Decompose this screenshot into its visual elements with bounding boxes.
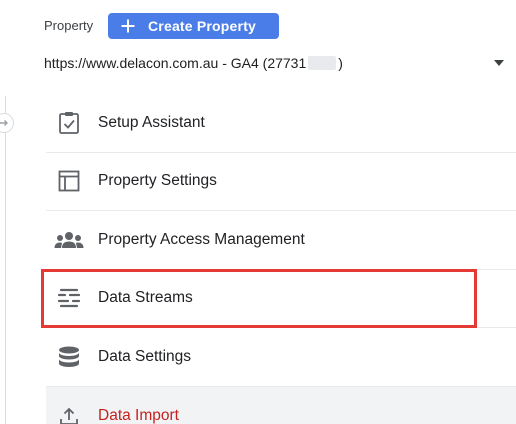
database-icon	[46, 342, 92, 372]
menu-item-property-settings[interactable]: Property Settings	[46, 153, 516, 211]
menu-item-label: Property Access Management	[98, 230, 305, 248]
layout-icon	[46, 166, 92, 196]
menu-item-property-access-management[interactable]: Property Access Management	[46, 211, 516, 270]
admin-panel: Property Create Property https://www.del…	[0, 0, 516, 424]
streams-icon	[46, 283, 92, 313]
menu-item-data-settings[interactable]: Data Settings	[46, 328, 516, 387]
menu-item-data-import[interactable]: Data Import	[46, 386, 516, 424]
collapse-toggle-button[interactable]	[0, 113, 14, 133]
menu-item-label: Setup Assistant	[98, 113, 205, 131]
menu-item-label: Data Import	[98, 406, 179, 424]
menu-item-label: Data Streams	[98, 289, 193, 307]
plus-icon	[120, 18, 136, 34]
left-rail-divider	[5, 96, 6, 424]
menu-item-data-streams[interactable]: Data Streams	[46, 270, 516, 328]
menu-item-setup-assistant[interactable]: Setup Assistant	[46, 94, 516, 153]
property-selector-prefix: https://www.delacon.com.au - GA4 (27731	[44, 55, 307, 71]
checklist-icon	[46, 108, 92, 138]
arrow-right-icon	[0, 120, 8, 126]
property-selector-suffix: )	[338, 55, 343, 71]
upload-icon	[46, 401, 92, 424]
property-selector[interactable]: https://www.delacon.com.au - GA4 (27731 …	[44, 53, 516, 73]
property-label: Property	[44, 18, 94, 33]
create-property-button[interactable]: Create Property	[108, 13, 279, 39]
property-menu: Setup Assistant Property Settings Proper…	[46, 94, 516, 424]
dropdown-arrow-icon[interactable]	[494, 60, 504, 66]
people-icon	[46, 225, 92, 255]
create-property-label: Create Property	[148, 18, 257, 34]
redacted-id	[308, 56, 337, 70]
menu-item-label: Data Settings	[98, 347, 192, 365]
menu-item-label: Property Settings	[98, 172, 217, 190]
